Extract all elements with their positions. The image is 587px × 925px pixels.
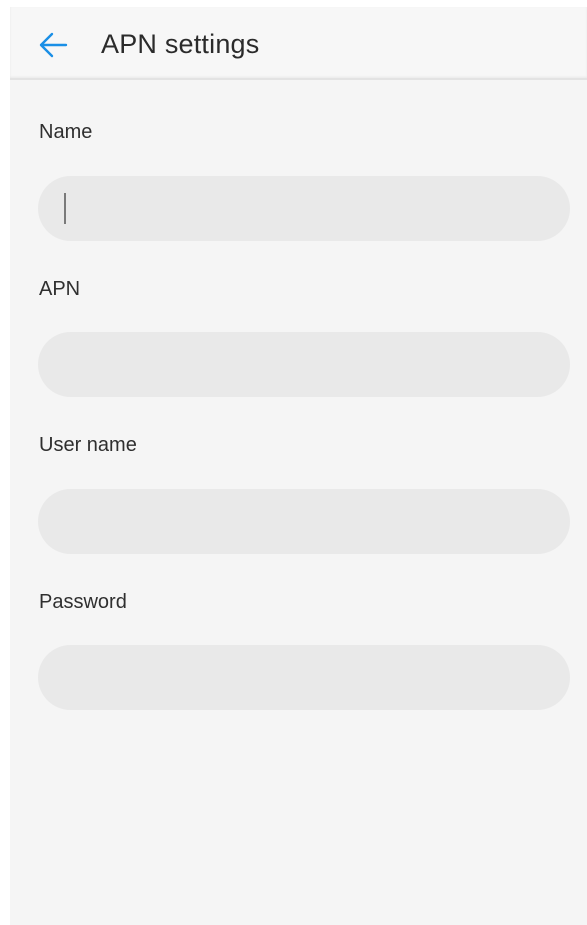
password-label: Password bbox=[39, 591, 127, 613]
back-button[interactable] bbox=[32, 25, 74, 65]
password-field[interactable] bbox=[38, 645, 570, 710]
apn-settings-screen: APN settings Name APN User name Password bbox=[10, 7, 587, 925]
page-title: APN settings bbox=[101, 29, 260, 59]
app-bar: APN settings bbox=[10, 7, 587, 80]
text-cursor bbox=[64, 193, 66, 224]
apn-label: APN bbox=[39, 278, 81, 300]
name-label: Name bbox=[39, 121, 93, 143]
apn-field[interactable] bbox=[38, 332, 570, 397]
name-field[interactable] bbox=[38, 176, 570, 241]
user-name-label: User name bbox=[39, 434, 137, 456]
arrow-left-icon bbox=[39, 32, 68, 58]
user-name-field[interactable] bbox=[38, 489, 570, 554]
